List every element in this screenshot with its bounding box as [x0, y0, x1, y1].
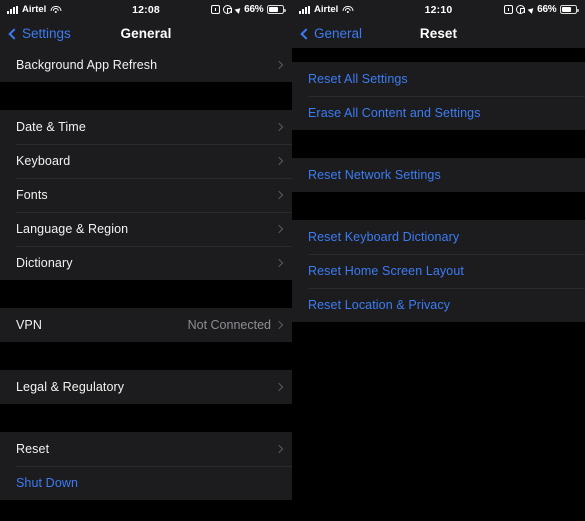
list-item-label: Erase All Content and Settings: [308, 106, 481, 120]
list-section-gap: [0, 280, 292, 308]
list-item[interactable]: Keyboard: [0, 144, 292, 178]
chevron-right-icon: [274, 190, 284, 200]
list-item[interactable]: Legal & Regulatory: [0, 370, 292, 404]
list-item-label: Language & Region: [16, 222, 129, 236]
list-item-label: Dictionary: [16, 256, 73, 270]
list-item[interactable]: Reset Network Settings: [292, 158, 585, 192]
list-item[interactable]: Reset: [0, 432, 292, 466]
left-screen-general: Airtel 12:08 66% Settings General Backgr…: [0, 0, 292, 521]
carrier-label: Airtel: [22, 4, 47, 15]
reset-list: Reset All Settings Erase All Content and …: [292, 48, 585, 519]
list-item[interactable]: Reset Home Screen Layout: [292, 254, 585, 288]
list-item[interactable]: Shut Down: [0, 466, 292, 500]
status-bar-right: 66%: [210, 4, 286, 15]
list-section: Reset Keyboard Dictionary Reset Home Scre…: [292, 220, 585, 322]
list-section: Reset Network Settings: [292, 158, 585, 192]
battery-icon: [560, 5, 579, 14]
location-arrow-icon: [527, 5, 535, 14]
list-section-gap: [0, 342, 292, 370]
back-button-settings[interactable]: Settings: [8, 26, 71, 41]
chevron-right-icon: [274, 382, 284, 392]
list-item[interactable]: Reset Keyboard Dictionary: [292, 220, 585, 254]
rotation-lock-icon: [516, 5, 526, 14]
list-item[interactable]: Language & Region: [0, 212, 292, 246]
cellular-bars-icon: [299, 5, 310, 14]
status-bar-left: Airtel: [299, 4, 354, 15]
list-section: Reset Shut Down: [0, 432, 292, 500]
battery-percent-label: 66%: [244, 4, 264, 15]
list-section-gap: [0, 404, 292, 432]
location-arrow-icon: [234, 5, 242, 14]
list-item-label: VPN: [16, 318, 43, 332]
list-item[interactable]: Background App Refresh: [0, 48, 292, 82]
battery-icon: [267, 5, 286, 14]
wifi-icon: [342, 5, 354, 14]
chevron-left-icon: [8, 27, 20, 40]
list-item-label: Shut Down: [16, 476, 79, 490]
list-section-gap: [292, 130, 585, 158]
list-section: Background App Refresh: [0, 48, 292, 82]
list-bottom-filler: [0, 500, 292, 521]
list-item-label: Fonts: [16, 188, 48, 202]
list-item-label: Legal & Regulatory: [16, 380, 125, 394]
list-item[interactable]: Fonts: [0, 178, 292, 212]
list-item-label: Reset: [16, 442, 50, 456]
back-button-label: Settings: [22, 26, 71, 41]
alarm-clock-icon: [210, 5, 220, 14]
list-item-label: Date & Time: [16, 120, 86, 134]
list-item-label: Keyboard: [16, 154, 71, 168]
list-item-value: Not Connected: [187, 318, 271, 332]
chevron-left-icon: [300, 27, 312, 40]
list-item-label: Reset Keyboard Dictionary: [308, 230, 460, 244]
cellular-bars-icon: [7, 5, 18, 14]
chevron-right-icon: [274, 122, 284, 132]
list-item[interactable]: Dictionary: [0, 246, 292, 280]
chevron-right-icon: [274, 258, 284, 268]
list-item[interactable]: Reset All Settings: [292, 62, 585, 96]
status-bar: Airtel 12:08 66%: [0, 0, 292, 19]
rotation-lock-icon: [223, 5, 233, 14]
list-item[interactable]: VPN Not Connected: [0, 308, 292, 342]
list-section-gap: [292, 48, 585, 62]
list-item-label: Background App Refresh: [16, 58, 158, 72]
list-section-gap: [292, 192, 585, 220]
list-section: Reset All Settings Erase All Content and …: [292, 62, 585, 130]
right-screen-reset: Airtel 12:10 66% General Reset Reset All…: [292, 0, 585, 521]
chevron-right-icon: [274, 444, 284, 454]
list-item-label: Reset All Settings: [308, 72, 408, 86]
chevron-right-icon: [274, 60, 284, 70]
list-bottom-filler: [292, 322, 585, 519]
list-item-label: Reset Location & Privacy: [308, 298, 451, 312]
navigation-bar: General Reset: [292, 19, 585, 48]
list-item-label: Reset Home Screen Layout: [308, 264, 464, 278]
list-section-gap: [0, 82, 292, 110]
list-item[interactable]: Date & Time: [0, 110, 292, 144]
list-section: Legal & Regulatory: [0, 370, 292, 404]
alarm-clock-icon: [503, 5, 513, 14]
list-section: Date & Time Keyboard Fonts Language & Regio…: [0, 110, 292, 280]
carrier-label: Airtel: [314, 4, 339, 15]
status-bar: Airtel 12:10 66%: [292, 0, 585, 19]
navigation-bar: Settings General: [0, 19, 292, 48]
chevron-right-icon: [274, 320, 284, 330]
wifi-icon: [50, 5, 62, 14]
back-button-general[interactable]: General: [300, 26, 363, 41]
list-item-label: Reset Network Settings: [308, 168, 441, 182]
battery-percent-label: 66%: [537, 4, 557, 15]
status-bar-left: Airtel: [7, 4, 62, 15]
list-section: VPN Not Connected: [0, 308, 292, 342]
chevron-right-icon: [274, 156, 284, 166]
dual-screenshot-container: Airtel 12:08 66% Settings General Backgr…: [0, 0, 585, 521]
list-item[interactable]: Reset Location & Privacy: [292, 288, 585, 322]
chevron-right-icon: [274, 224, 284, 234]
list-item[interactable]: Erase All Content and Settings: [292, 96, 585, 130]
settings-list: Background App Refresh Date & Time Keyboar…: [0, 48, 292, 521]
status-bar-right: 66%: [503, 4, 579, 15]
back-button-label: General: [314, 26, 363, 41]
